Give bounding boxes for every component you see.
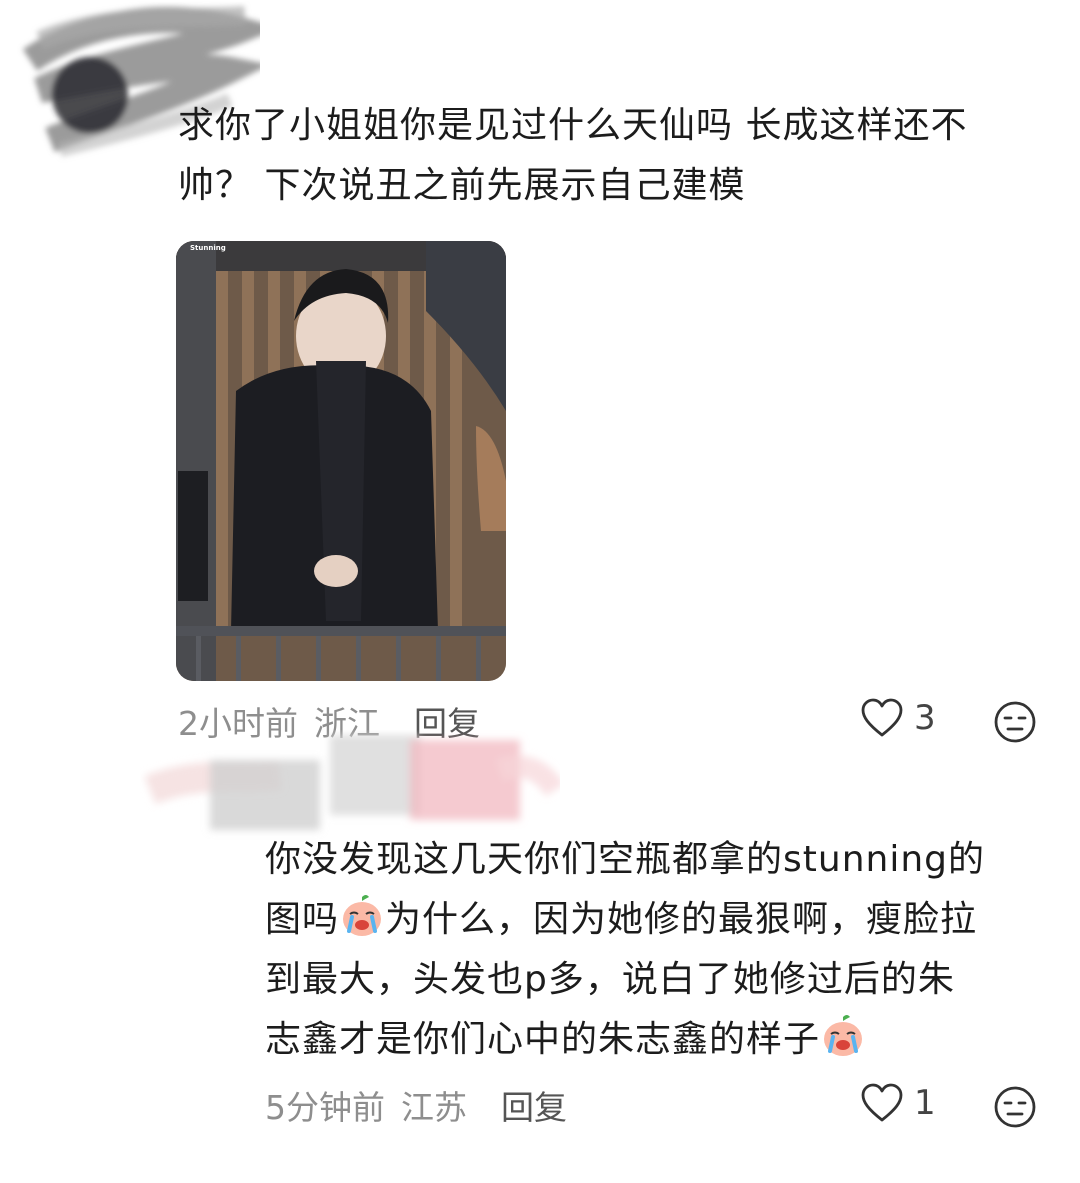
comment-2-line-4: 志鑫才是你们心中的朱志鑫的样子 [265, 1010, 1055, 1070]
comment-2-line-2: 图吗 为什么，因为她修的最狠啊，瘦脸拉 [265, 890, 1055, 950]
comment-2-meta: 5分钟前 江苏 回复 [265, 1081, 567, 1129]
neutral-face-icon[interactable] [993, 700, 1037, 744]
comment-2-like-button[interactable]: 1 [860, 1083, 936, 1123]
comment-2-line-2b: 为什么，因为她修的最狠啊，瘦脸拉 [385, 899, 978, 940]
comment-2-reply-button[interactable]: 回复 [501, 1081, 567, 1129]
comment-thread: 求你了小姐姐你是见过什么天仙吗 长成这样还不 帅？ 下次说丑之前先展示自己建模 [0, 0, 1080, 1183]
crying-peach-emoji [824, 1015, 863, 1056]
comment-2-time: 5分钟前 [265, 1088, 385, 1127]
comment-1-text: 求你了小姐姐你是见过什么天仙吗 长成这样还不 帅？ 下次说丑之前先展示自己建模 [178, 96, 1038, 216]
comment-1-like-button[interactable]: 3 [860, 698, 936, 738]
photo-watermark: Stunning [190, 244, 226, 252]
comment-2-location: 江苏 [401, 1088, 467, 1127]
heart-outline-icon [861, 698, 903, 737]
crying-peach-emoji [343, 895, 382, 936]
comment-1-line-1: 求你了小姐姐你是见过什么天仙吗 长成这样还不 [178, 105, 968, 146]
comment-2-line-1: 你没发现这几天你们空瓶都拿的stunning的 [265, 839, 985, 880]
heart-outline-icon [861, 1083, 903, 1122]
comment-1-photo[interactable]: Stunning [176, 241, 506, 681]
comment-2-text: 你没发现这几天你们空瓶都拿的stunning的 图吗 为什么，因为她修的最狠啊，… [265, 830, 1055, 1070]
comment-2-line-4-text: 志鑫才是你们心中的朱志鑫的样子 [265, 1019, 821, 1060]
comment-1-line-2: 帅？ 下次说丑之前先展示自己建模 [178, 165, 746, 206]
comment-2-line-3: 到最大，头发也p多，说白了她修过后的朱 [265, 959, 955, 1000]
neutral-face-icon[interactable] [993, 1085, 1037, 1129]
comment-2-line-2a: 图吗 [265, 899, 340, 940]
comment-1-like-count: 3 [914, 698, 936, 738]
comment-2-like-count: 1 [914, 1083, 936, 1123]
